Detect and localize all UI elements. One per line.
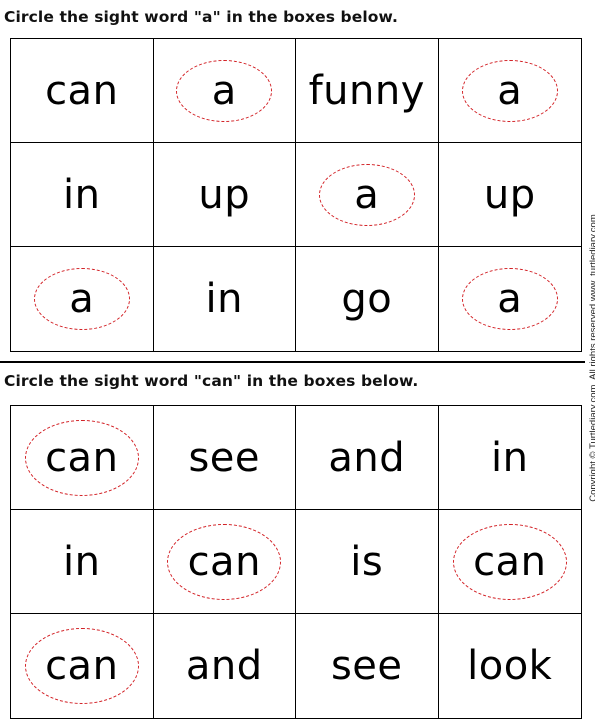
sight-word: in bbox=[63, 171, 101, 218]
word-cell[interactable]: see bbox=[153, 406, 296, 510]
word-cell[interactable]: a bbox=[439, 247, 582, 351]
sight-word: and bbox=[185, 643, 263, 689]
copyright-notice: Copyright © Turtlediary.com. All rights … bbox=[588, 214, 595, 502]
word-cell[interactable]: can bbox=[11, 39, 154, 143]
word-cell[interactable]: and bbox=[296, 406, 439, 510]
word-cell[interactable]: look bbox=[439, 614, 582, 718]
word-cell[interactable]: funny bbox=[296, 39, 439, 143]
word-cell[interactable]: can bbox=[153, 510, 296, 614]
word-cell[interactable]: and bbox=[154, 614, 296, 718]
sight-word: a bbox=[211, 67, 237, 114]
sight-word: look bbox=[467, 643, 553, 689]
word-cell[interactable]: a bbox=[153, 39, 296, 143]
sight-word: in bbox=[205, 276, 243, 322]
sight-word: can bbox=[45, 643, 119, 689]
word-cell[interactable]: go bbox=[296, 247, 439, 351]
sight-word: can bbox=[187, 538, 261, 585]
word-cell[interactable]: can bbox=[11, 614, 154, 718]
word-cell[interactable]: can bbox=[11, 406, 154, 510]
sight-word: is bbox=[350, 538, 384, 585]
word-cell[interactable]: in bbox=[11, 510, 154, 614]
sight-word: up bbox=[483, 171, 536, 218]
sight-word: can bbox=[473, 538, 547, 585]
section-divider bbox=[0, 361, 585, 363]
sight-word: a bbox=[497, 276, 523, 322]
word-cell[interactable]: up bbox=[438, 143, 581, 247]
word-grid-a: can a funny a in up a up a in go a bbox=[10, 38, 582, 352]
sight-word: funny bbox=[308, 67, 425, 114]
word-cell[interactable]: a bbox=[296, 143, 439, 247]
sight-word: in bbox=[63, 538, 101, 585]
sight-word: can bbox=[45, 67, 119, 114]
sight-word: in bbox=[491, 434, 529, 481]
word-cell[interactable]: in bbox=[154, 247, 296, 351]
word-cell[interactable]: in bbox=[11, 143, 154, 247]
word-cell[interactable]: is bbox=[296, 510, 439, 614]
word-cell[interactable]: in bbox=[438, 406, 581, 510]
word-grid-can: can see and in in can is can can and see look bbox=[10, 405, 582, 719]
sight-word: see bbox=[188, 434, 261, 481]
word-cell[interactable]: can bbox=[438, 510, 581, 614]
sight-word: can bbox=[45, 434, 119, 481]
word-cell[interactable]: a bbox=[438, 39, 581, 143]
sight-word: up bbox=[198, 171, 251, 218]
word-cell[interactable]: a bbox=[11, 247, 154, 351]
sight-word: see bbox=[330, 643, 403, 689]
word-cell[interactable]: see bbox=[296, 614, 439, 718]
instruction-a: Circle the sight word "a" in the boxes b… bbox=[4, 8, 398, 26]
instruction-can: Circle the sight word "can" in the boxes… bbox=[4, 372, 419, 390]
sight-word: go bbox=[341, 276, 393, 322]
sight-word: a bbox=[354, 171, 380, 218]
sight-word: a bbox=[69, 276, 95, 322]
sight-word: and bbox=[328, 434, 406, 481]
sight-word: a bbox=[497, 67, 523, 114]
word-cell[interactable]: up bbox=[153, 143, 296, 247]
